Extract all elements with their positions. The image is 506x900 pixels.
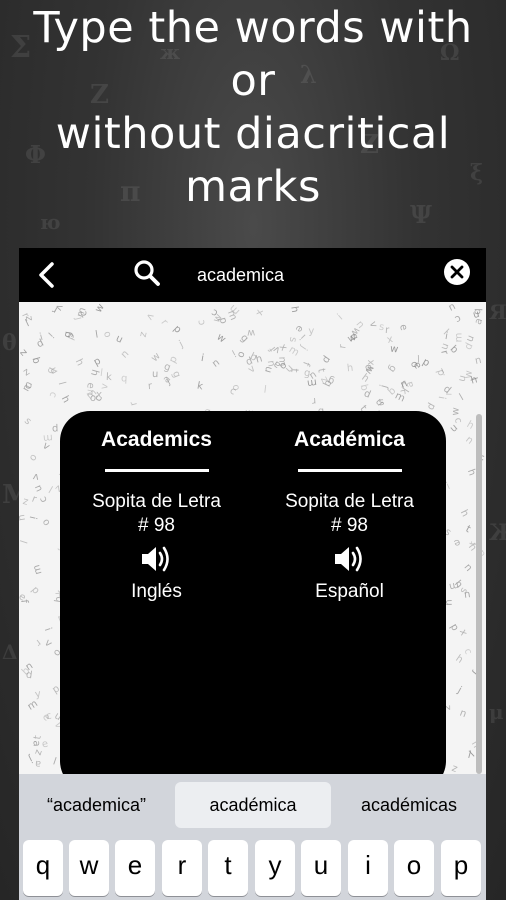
scrollbar[interactable] [476, 414, 482, 774]
result-card-spanish: Académica Sopita de Letra # 98 Español [253, 411, 446, 774]
spanish-word-underline [297, 469, 402, 472]
key-y[interactable]: y [255, 840, 295, 896]
english-word-underline [104, 469, 209, 472]
result-card[interactable]: Academics Sopita de Letra # 98 Inglés Ac… [60, 411, 446, 774]
key-i[interactable]: i [348, 840, 388, 896]
promo-line-1: Type the words with [33, 3, 473, 53]
key-q[interactable]: q [23, 840, 63, 896]
search-bar [19, 248, 486, 302]
app-screen: mnhgelrgjwtcyvtzokazdefamjeclqcpnmxxlkwz… [19, 248, 486, 900]
key-o[interactable]: o [394, 840, 434, 896]
back-button[interactable] [33, 259, 63, 291]
speaker-icon[interactable] [139, 542, 175, 576]
key-p[interactable]: p [441, 840, 481, 896]
suggestion-1[interactable]: “academica” [19, 782, 174, 828]
clear-search-button[interactable] [444, 259, 470, 285]
key-u[interactable]: u [301, 840, 341, 896]
promo-line-2: or [230, 56, 276, 106]
key-r[interactable]: r [162, 840, 202, 896]
spanish-language-label: Español [315, 581, 384, 602]
chevron-left-icon [39, 262, 54, 288]
english-word: Academics [101, 428, 212, 451]
search-input[interactable] [197, 260, 427, 290]
magnifier-icon [134, 260, 160, 286]
spanish-source: Sopita de Letra [285, 491, 414, 512]
english-number: # 98 [138, 515, 175, 536]
suggestion-bar: “academica” académica académicas [19, 774, 486, 832]
promo-caption: Type the words with or without diacritic… [0, 2, 506, 214]
result-card-english: Academics Sopita de Letra # 98 Inglés [60, 411, 253, 774]
suggestion-2[interactable]: académica [175, 782, 331, 828]
spanish-word: Académica [294, 428, 405, 451]
keyboard: “academica” académica académicas q w e r… [19, 774, 486, 900]
speaker-icon[interactable] [332, 542, 368, 576]
keyboard-row-1: q w e r t y u i o p [19, 840, 486, 900]
suggestion-3[interactable]: académicas [332, 782, 486, 828]
close-circle-icon [450, 265, 464, 279]
english-source: Sopita de Letra [92, 491, 221, 512]
key-e[interactable]: e [115, 840, 155, 896]
results-area[interactable]: mnhgelrgjwtcyvtzokazdefamjeclqcpnmxxlkwz… [19, 302, 486, 774]
key-t[interactable]: t [208, 840, 248, 896]
english-language-label: Inglés [131, 581, 182, 602]
promo-line-3: without diacritical [55, 109, 451, 159]
key-w[interactable]: w [69, 840, 109, 896]
promo-line-4: marks [185, 162, 321, 212]
spanish-number: # 98 [331, 515, 368, 536]
search-button[interactable] [131, 257, 163, 289]
